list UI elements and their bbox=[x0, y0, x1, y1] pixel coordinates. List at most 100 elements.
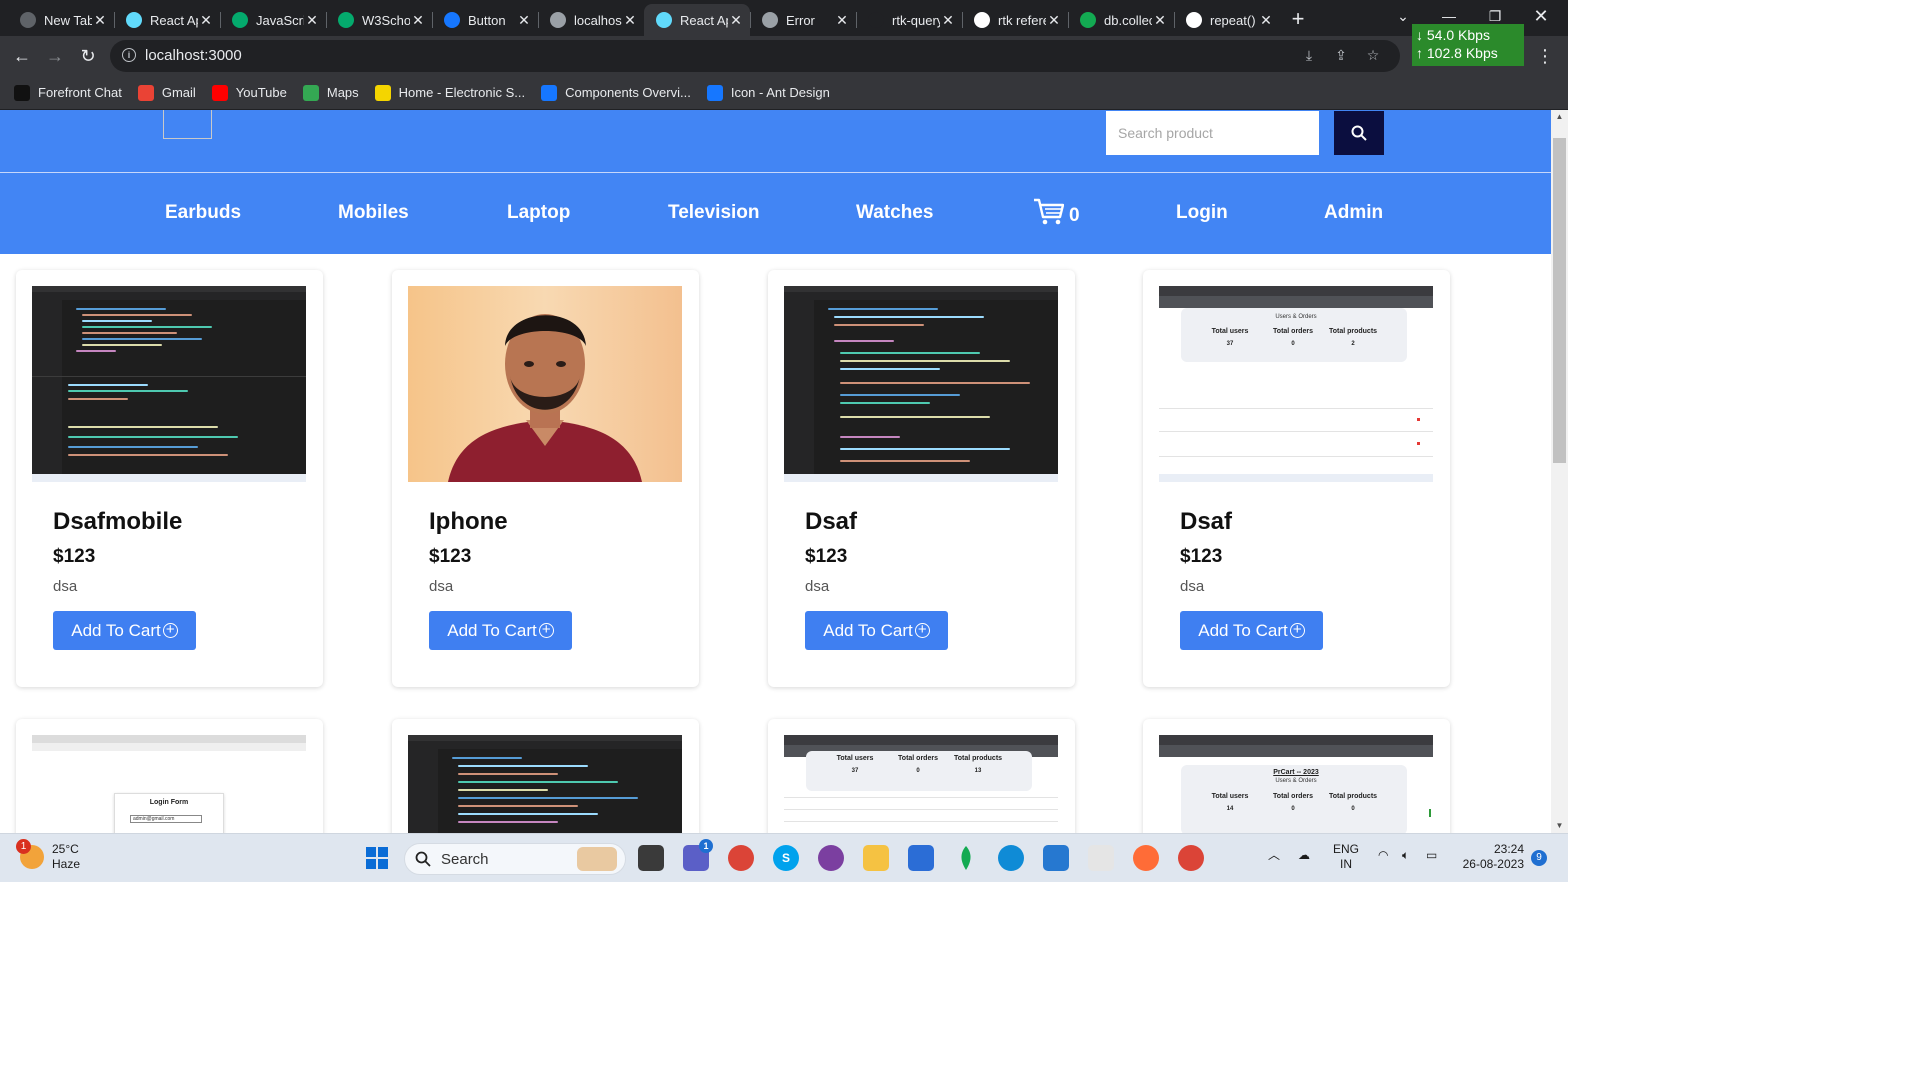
close-window-button[interactable]: ✕ bbox=[1518, 0, 1564, 32]
product-name[interactable]: Iphone bbox=[429, 508, 508, 536]
browser-tab[interactable]: rtk-query ✕ bbox=[856, 4, 962, 36]
show-hidden-icons-chevron[interactable]: ︿ bbox=[1268, 848, 1280, 863]
language-indicator[interactable]: ENG IN bbox=[1333, 842, 1359, 872]
close-tab-icon[interactable]: ✕ bbox=[728, 12, 744, 29]
browser-tab[interactable]: rtk reference✕ bbox=[962, 4, 1068, 36]
nav-earbuds[interactable]: Earbuds bbox=[165, 202, 241, 224]
edge-icon[interactable] bbox=[998, 845, 1024, 871]
product-name[interactable]: Dsaf bbox=[805, 508, 857, 536]
close-tab-icon[interactable]: ✕ bbox=[92, 12, 108, 29]
search-button[interactable] bbox=[1334, 111, 1384, 155]
browser-tab[interactable]: JavaScript✕ bbox=[220, 4, 326, 36]
product-image[interactable] bbox=[32, 286, 306, 482]
close-tab-icon[interactable]: ✕ bbox=[1046, 12, 1062, 29]
notification-badge[interactable]: 9 bbox=[1531, 850, 1547, 866]
nav-admin[interactable]: Admin bbox=[1324, 202, 1383, 224]
close-tab-icon[interactable]: ✕ bbox=[940, 12, 956, 29]
nav-login[interactable]: Login bbox=[1176, 202, 1228, 224]
close-tab-icon[interactable]: ✕ bbox=[1258, 12, 1274, 29]
browser-tab[interactable]: New Tab ✕ bbox=[8, 4, 114, 36]
product-image[interactable]: Total users 37 Total orders 0 Total produc… bbox=[784, 735, 1058, 833]
bookmark-item[interactable]: Components Overvi... bbox=[541, 84, 691, 101]
wifi-icon[interactable]: ◠ bbox=[1378, 848, 1388, 863]
reload-icon[interactable]: ↻ bbox=[76, 44, 100, 68]
browser-tab[interactable]: W3Schools✕ bbox=[326, 4, 432, 36]
bookmark-item[interactable]: Maps bbox=[302, 84, 359, 101]
postman-icon[interactable] bbox=[1133, 845, 1159, 871]
close-tab-icon[interactable]: ✕ bbox=[834, 12, 850, 29]
onedrive-icon[interactable]: ☁ bbox=[1298, 848, 1310, 863]
browser-tab[interactable]: db.collection✕ bbox=[1068, 4, 1174, 36]
close-tab-icon[interactable]: ✕ bbox=[410, 12, 426, 29]
address-bar[interactable]: i localhost:3000 ⤓ ⇪ ☆ bbox=[110, 40, 1400, 72]
url-text[interactable]: localhost:3000 bbox=[145, 47, 242, 64]
nav-watches[interactable]: Watches bbox=[856, 202, 933, 224]
forward-icon[interactable]: → bbox=[43, 44, 67, 68]
browser-tab[interactable]: React App✕ bbox=[114, 4, 220, 36]
browser-tab[interactable]: localhost ✕ bbox=[538, 4, 644, 36]
browser-tab[interactable]: repeat() ✕ bbox=[1174, 4, 1280, 36]
site-info-icon[interactable]: i bbox=[122, 48, 136, 62]
new-tab-button[interactable]: + bbox=[1280, 4, 1316, 36]
bookmark-item[interactable]: Home - Electronic S... bbox=[374, 84, 525, 101]
page-scrollbar[interactable]: ▲ ▼ bbox=[1551, 110, 1568, 833]
thumb-stat-label: Total products bbox=[1328, 793, 1378, 800]
nav-laptop[interactable]: Laptop bbox=[507, 202, 570, 224]
product-description: dsa bbox=[1180, 578, 1205, 595]
scroll-down-icon[interactable]: ▼ bbox=[1551, 819, 1568, 833]
close-tab-icon[interactable]: ✕ bbox=[304, 12, 320, 29]
add-to-cart-button[interactable]: Add To Cart + bbox=[805, 611, 948, 650]
share-icon[interactable]: ⇪ bbox=[1332, 47, 1350, 65]
close-tab-icon[interactable]: ✕ bbox=[622, 12, 638, 29]
skype-icon[interactable]: S bbox=[773, 845, 799, 871]
bookmark-item[interactable]: Gmail bbox=[137, 84, 196, 101]
nav-mobiles[interactable]: Mobiles bbox=[338, 202, 409, 224]
github-desktop-icon[interactable] bbox=[818, 845, 844, 871]
browser-tab[interactable]: Error ✕ bbox=[750, 4, 856, 36]
scrollbar-thumb[interactable] bbox=[1553, 138, 1566, 463]
product-image[interactable] bbox=[408, 286, 682, 482]
system-clock[interactable]: 23:24 26-08-2023 bbox=[1458, 842, 1524, 872]
close-tab-icon[interactable]: ✕ bbox=[1152, 12, 1168, 29]
taskbar-search[interactable]: Search bbox=[404, 843, 626, 875]
scroll-up-icon[interactable]: ▲ bbox=[1551, 110, 1568, 124]
add-to-cart-button[interactable]: Add To Cart + bbox=[429, 611, 572, 650]
vscode-icon[interactable] bbox=[1043, 845, 1069, 871]
site-logo-broken-image[interactable] bbox=[163, 110, 212, 139]
task-view-icon[interactable] bbox=[638, 845, 664, 871]
product-image[interactable]: Login Form admin@gmail.com bbox=[32, 735, 306, 833]
battery-icon[interactable]: ▭ bbox=[1426, 848, 1437, 863]
product-image[interactable] bbox=[408, 735, 682, 833]
add-to-cart-button[interactable]: Add To Cart + bbox=[53, 611, 196, 650]
search-input[interactable] bbox=[1106, 111, 1319, 155]
product-image[interactable] bbox=[784, 286, 1058, 482]
volume-icon[interactable]: 🔈︎ bbox=[1402, 848, 1409, 863]
product-name[interactable]: Dsaf bbox=[1180, 508, 1232, 536]
mongodb-compass-icon[interactable] bbox=[953, 845, 979, 871]
browser-menu-icon[interactable]: ⋮ bbox=[1536, 46, 1554, 67]
cart-link[interactable]: 0 bbox=[1033, 198, 1080, 226]
file-explorer-icon[interactable] bbox=[863, 845, 889, 871]
nav-television[interactable]: Television bbox=[668, 202, 760, 224]
add-to-cart-button[interactable]: Add To Cart + bbox=[1180, 611, 1323, 650]
windows-start-icon[interactable] bbox=[364, 845, 390, 871]
browser-tab[interactable]: Button ✕ bbox=[432, 4, 538, 36]
product-image[interactable]: Users & Orders Total users 37 Total order… bbox=[1159, 286, 1433, 482]
product-image[interactable]: PrCart -- 2023 Users & Orders Total user… bbox=[1159, 735, 1433, 833]
bookmark-item[interactable]: Forefront Chat bbox=[14, 84, 122, 101]
bookmark-item[interactable]: Icon - Ant Design bbox=[706, 84, 830, 101]
bookmark-item[interactable]: YouTube bbox=[211, 84, 287, 101]
close-tab-icon[interactable]: ✕ bbox=[198, 12, 214, 29]
chrome-icon[interactable] bbox=[728, 845, 754, 871]
browser-tab[interactable]: React App✕ bbox=[644, 4, 750, 36]
slack-icon[interactable] bbox=[1088, 845, 1114, 871]
install-app-icon[interactable]: ⤓ bbox=[1300, 47, 1318, 65]
close-tab-icon[interactable]: ✕ bbox=[516, 12, 532, 29]
chrome-profile-icon[interactable] bbox=[1178, 845, 1204, 871]
product-name[interactable]: Dsafmobile bbox=[53, 508, 182, 536]
bookmark-star-icon[interactable]: ☆ bbox=[1364, 47, 1382, 65]
back-icon[interactable]: ← bbox=[10, 44, 34, 68]
microsoft-store-icon[interactable] bbox=[908, 845, 934, 871]
teams-chat-icon[interactable]: 1 bbox=[683, 839, 713, 871]
weather-widget[interactable]: 1 25°C Haze bbox=[16, 839, 80, 872]
